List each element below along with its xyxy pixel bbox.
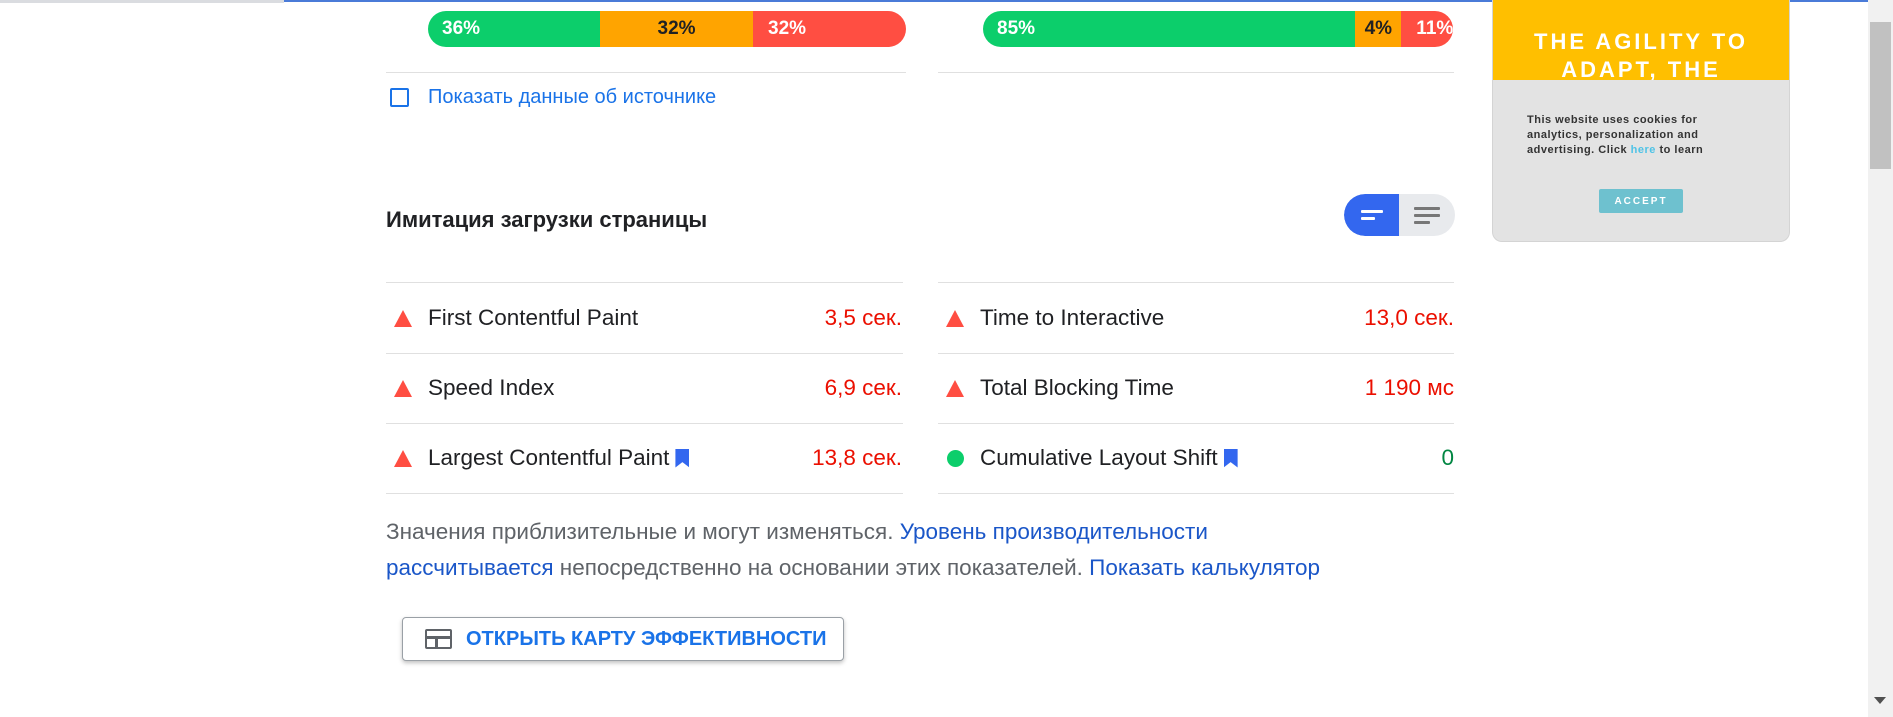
treemap-icon — [425, 629, 452, 649]
expanded-view-icon[interactable] — [1399, 194, 1454, 236]
compact-view-icon[interactable] — [1344, 194, 1399, 236]
metric-name: Cumulative Layout Shift — [980, 445, 1218, 470]
note-text: непосредственно на основании этих показа… — [559, 555, 1083, 580]
metric-value: 6,9 сек. — [824, 375, 902, 400]
dist-good-segment: 36% — [428, 11, 601, 47]
dist-good-segment: 85% — [983, 11, 1356, 47]
show-calculator-link[interactable]: Показать калькулятор — [1089, 555, 1320, 580]
pass-circle-icon — [946, 449, 964, 467]
top-divider — [0, 0, 284, 3]
divider — [938, 493, 1454, 494]
metric-name: Speed Index — [428, 375, 555, 400]
ad-headline-line2: ADAPT, THE — [1561, 57, 1721, 80]
ad-headline: THE AGILITY TO ADAPT, THE — [1493, 28, 1789, 80]
ad-header: THE AGILITY TO ADAPT, THE — [1493, 0, 1789, 80]
scrollbar-thumb[interactable] — [1870, 22, 1891, 169]
ad-here-link[interactable]: here — [1631, 144, 1656, 156]
note-text: Значения приблизительные и могут изменят… — [386, 519, 894, 544]
metric-speed-index: Speed Index 6,9 сек. — [386, 353, 902, 423]
dist-poor-segment: 32% — [753, 11, 906, 47]
dist-poor-segment: 11% — [1401, 11, 1453, 47]
metric-name-row: Cumulative Layout Shift — [980, 445, 1238, 471]
advertisement[interactable]: THE AGILITY TO ADAPT, THE This website u… — [1492, 0, 1790, 242]
divider — [938, 72, 1454, 73]
metric-name: Time to Interactive — [980, 305, 1165, 330]
metric-value: 13,8 сек. — [812, 445, 902, 470]
metric-largest-contentful-paint: Largest Contentful Paint 13,8 сек. — [386, 423, 902, 493]
metric-name: Total Blocking Time — [980, 375, 1174, 400]
warning-triangle-icon — [946, 309, 964, 327]
metric-value: 3,5 сек. — [824, 305, 902, 330]
performance-score-link[interactable]: Уровень производительности — [900, 519, 1208, 544]
metric-first-contentful-paint: First Contentful Paint 3,5 сек. — [386, 283, 902, 353]
ad-text-line1: This website uses cookies for — [1527, 114, 1698, 126]
ad-accept-button[interactable]: ACCEPT — [1599, 189, 1683, 213]
ad-cookie-text: This website uses cookies for analytics,… — [1527, 113, 1747, 158]
warning-triangle-icon — [394, 309, 412, 327]
warning-triangle-icon — [394, 449, 412, 467]
dist-average-segment: 32% — [600, 11, 754, 47]
checkbox-icon[interactable] — [390, 88, 409, 107]
ad-text-line3b: to learn — [1659, 144, 1704, 156]
distribution-bar-left: 36% 32% 32% — [428, 11, 906, 47]
metric-value: 0 — [1441, 445, 1454, 470]
performance-score-link-cont[interactable]: рассчитывается — [386, 555, 554, 580]
metric-name-row: Largest Contentful Paint — [428, 445, 690, 471]
warning-triangle-icon — [394, 379, 412, 397]
ad-text-line3a: advertising. Click — [1527, 144, 1628, 156]
divider — [386, 72, 906, 73]
treemap-button-label: ОТКРЫТЬ КАРТУ ЭФФЕКТИВНОСТИ — [466, 627, 827, 650]
metric-value: 13,0 сек. — [1364, 305, 1454, 330]
distribution-bar-right: 85% 4% 11% — [983, 11, 1453, 47]
divider — [386, 493, 903, 494]
ad-text-line2: analytics, personalization and — [1527, 129, 1699, 141]
warning-triangle-icon — [946, 379, 964, 397]
show-origin-toggle[interactable]: Показать данные об источнике — [390, 86, 716, 109]
metric-name: Largest Contentful Paint — [428, 445, 670, 470]
open-treemap-button[interactable]: ОТКРЫТЬ КАРТУ ЭФФЕКТИВНОСТИ — [402, 617, 844, 661]
metric-name: First Contentful Paint — [428, 305, 639, 330]
metric-time-to-interactive: Time to Interactive 13,0 сек. — [938, 283, 1454, 353]
show-origin-label[interactable]: Показать данные об источнике — [428, 86, 716, 109]
dist-average-segment: 4% — [1355, 11, 1402, 47]
scroll-down-arrow-icon[interactable] — [1874, 697, 1886, 704]
lab-data-title: Имитация загрузки страницы — [386, 207, 708, 232]
bookmark-icon — [1223, 448, 1238, 468]
view-toggle[interactable] — [1344, 194, 1455, 236]
metric-cumulative-layout-shift: Cumulative Layout Shift 0 — [938, 423, 1454, 493]
metric-total-blocking-time: Total Blocking Time 1 190 мс — [938, 353, 1454, 423]
ad-headline-line1: THE AGILITY TO — [1534, 29, 1748, 54]
bookmark-icon — [675, 448, 690, 468]
metric-value: 1 190 мс — [1364, 375, 1454, 400]
metrics-note: Значения приблизительные и могут изменят… — [386, 514, 1466, 586]
